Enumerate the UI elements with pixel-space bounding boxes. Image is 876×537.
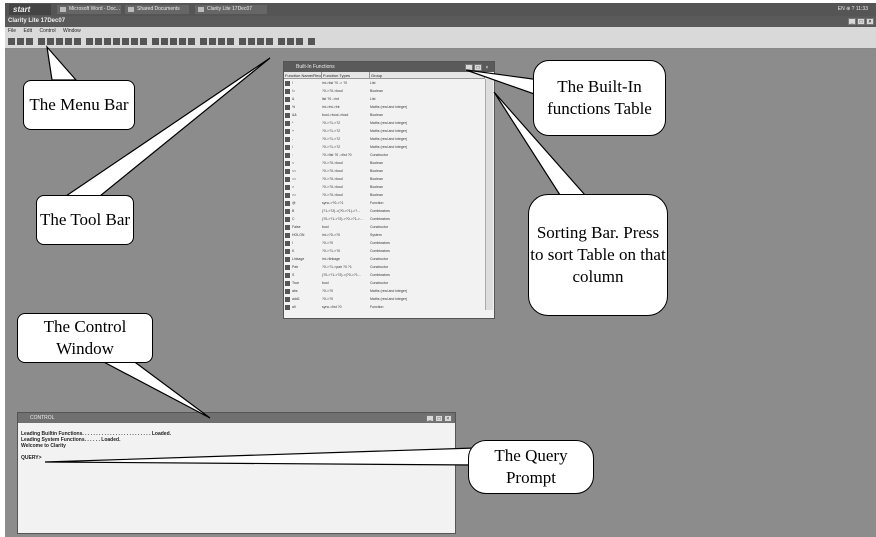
callout-tool-bar: The Tool Bar [36, 195, 134, 245]
builtins-leader [465, 69, 541, 97]
callout-sorting-bar: Sorting Bar. Press to sort Table on that… [528, 194, 668, 316]
callout-query-prompt: The Query Prompt [468, 440, 594, 494]
control-window-leader [99, 359, 211, 419]
menu-bar-leader [46, 45, 78, 81]
callout-menu-bar: The Menu Bar [23, 80, 135, 130]
callout-builtins-table: The Built-In functions Table [533, 60, 666, 136]
query-prompt-leader [44, 447, 476, 466]
callout-control-window: The Control Window [17, 313, 153, 363]
